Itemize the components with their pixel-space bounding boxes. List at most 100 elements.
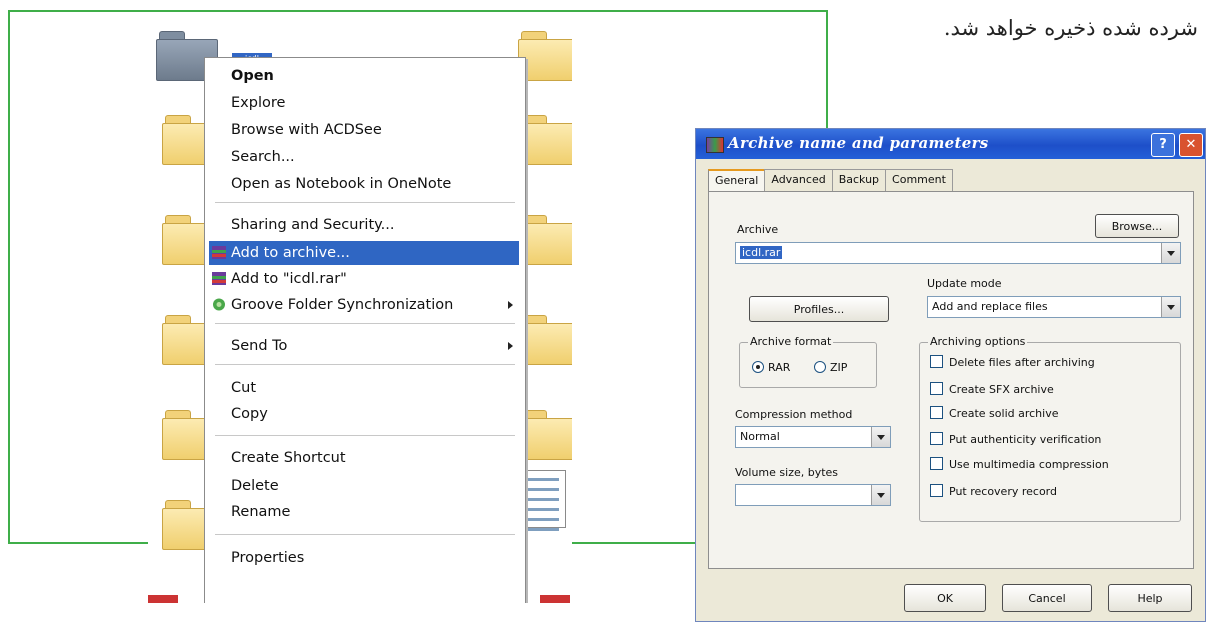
dialog-titlebar[interactable]: Archive name and parameters ? ✕ [696, 129, 1205, 159]
cancel-button[interactable]: Cancel [1002, 584, 1092, 612]
menu-item-groove-sync[interactable]: Groove Folder Synchronization [209, 293, 519, 317]
checkbox-label: Create solid archive [949, 407, 1059, 420]
dropdown-arrow-icon[interactable] [871, 485, 890, 505]
menu-item-label: Groove Folder Synchronization [231, 297, 454, 313]
archive-format-group: Archive format RAR ZIP [739, 335, 877, 388]
radio-selected-icon [752, 361, 764, 373]
dropdown-arrow-icon[interactable] [1161, 297, 1180, 317]
checkbox-delete-files[interactable]: Delete files after archiving [930, 355, 1095, 369]
archive-name-combo[interactable]: icdl.rar [735, 242, 1181, 264]
folder-icon[interactable] [518, 215, 572, 265]
update-mode-combo[interactable]: Add and replace files [927, 296, 1181, 318]
help-title-button[interactable]: ? [1151, 133, 1175, 157]
menu-item-add-to-icdl-rar[interactable]: Add to "icdl.rar" [209, 267, 519, 291]
checkbox-icon [930, 355, 943, 368]
menu-separator [215, 435, 515, 436]
submenu-arrow-icon [508, 342, 513, 350]
folder-icon[interactable] [518, 31, 572, 81]
checkbox-authenticity[interactable]: Put authenticity verification [930, 432, 1101, 446]
compression-method-value: Normal [740, 430, 780, 443]
groove-icon [213, 298, 225, 311]
checkbox-create-solid[interactable]: Create solid archive [930, 406, 1058, 420]
context-menu: Open Explore Browse with ACDSee Search..… [204, 57, 526, 603]
menu-item-send-to[interactable]: Send To [209, 334, 519, 358]
profiles-button[interactable]: Profiles... [749, 296, 889, 322]
menu-separator [215, 323, 515, 324]
menu-item-cut[interactable]: Cut [209, 376, 519, 400]
close-button[interactable]: ✕ [1179, 133, 1203, 157]
dropdown-arrow-icon[interactable] [871, 427, 890, 447]
archive-dialog: Archive name and parameters ? ✕ General … [695, 128, 1206, 622]
menu-separator [215, 364, 515, 365]
archive-label: Archive [737, 223, 779, 236]
radio-unselected-icon [814, 361, 826, 373]
menu-item-browse-acdsee[interactable]: Browse with ACDSee [209, 118, 519, 142]
tab-advanced[interactable]: Advanced [764, 169, 833, 192]
winrar-icon [212, 246, 226, 259]
folder-icon[interactable] [518, 410, 572, 460]
tab-comment[interactable]: Comment [885, 169, 953, 192]
radio-zip[interactable]: ZIP [814, 361, 847, 374]
compression-method-label: Compression method [735, 408, 853, 421]
ok-button[interactable]: OK [904, 584, 986, 612]
archive-name-value: icdl.rar [740, 246, 783, 259]
submenu-arrow-icon [508, 301, 513, 309]
checkbox-icon [930, 432, 943, 445]
update-mode-label: Update mode [927, 277, 1002, 290]
dialog-title: Archive name and parameters [728, 134, 989, 152]
pdf-icon [540, 595, 570, 603]
menu-separator [215, 202, 515, 203]
pdf-icon [148, 595, 178, 603]
tab-general[interactable]: General [708, 169, 766, 193]
explorer-screenshot: icdl Open Explore Browse with ACDSee Sea… [148, 25, 572, 603]
archive-format-title: Archive format [748, 335, 834, 348]
compression-method-combo[interactable]: Normal [735, 426, 891, 448]
menu-item-search[interactable]: Search... [209, 145, 519, 169]
folder-icon[interactable] [518, 115, 572, 165]
archiving-options-title: Archiving options [928, 335, 1028, 348]
menu-separator [215, 534, 515, 535]
dropdown-arrow-icon[interactable] [1161, 243, 1180, 263]
folder-icon[interactable] [518, 315, 572, 365]
checkbox-icon [930, 484, 943, 497]
menu-item-sharing-security[interactable]: Sharing and Security... [209, 213, 519, 237]
menu-item-label: Send To [231, 338, 288, 354]
dialog-tabs: General Advanced Backup Comment [708, 169, 953, 193]
checkbox-icon [930, 457, 943, 470]
tab-backup[interactable]: Backup [831, 169, 887, 192]
winrar-icon [212, 272, 226, 285]
help-button[interactable]: Help [1108, 584, 1192, 612]
checkbox-label: Create SFX archive [949, 383, 1054, 396]
archiving-options-group: Archiving options Delete files after arc… [919, 335, 1181, 522]
browse-button[interactable]: Browse... [1095, 214, 1179, 238]
menu-item-add-to-archive[interactable]: Add to archive... [209, 241, 519, 265]
menu-item-explore[interactable]: Explore [209, 91, 519, 115]
document-icon[interactable] [520, 470, 566, 531]
menu-item-create-shortcut[interactable]: Create Shortcut [209, 446, 519, 470]
general-panel: Archive Browse... icdl.rar Update mode P… [708, 191, 1194, 569]
update-mode-value: Add and replace files [932, 300, 1048, 313]
persian-caption: شرده شده ذخیره خواهد شد. [943, 16, 1198, 40]
checkbox-label: Put authenticity verification [949, 433, 1102, 446]
menu-item-delete[interactable]: Delete [209, 474, 519, 498]
winrar-icon [706, 137, 724, 153]
checkbox-recovery-record[interactable]: Put recovery record [930, 484, 1057, 498]
volume-size-combo[interactable] [735, 484, 891, 506]
menu-item-rename[interactable]: Rename [209, 500, 519, 524]
checkbox-icon [930, 382, 943, 395]
menu-item-properties[interactable]: Properties [209, 546, 519, 570]
radio-rar-label: RAR [768, 361, 791, 374]
radio-rar[interactable]: RAR [752, 361, 790, 374]
menu-item-onenote[interactable]: Open as Notebook in OneNote [209, 172, 519, 196]
volume-size-label: Volume size, bytes [735, 466, 839, 479]
checkbox-label: Put recovery record [949, 485, 1057, 498]
checkbox-multimedia[interactable]: Use multimedia compression [930, 457, 1109, 471]
radio-zip-label: ZIP [830, 361, 848, 374]
menu-item-copy[interactable]: Copy [209, 402, 519, 426]
menu-item-label: Add to "icdl.rar" [231, 271, 347, 287]
checkbox-create-sfx[interactable]: Create SFX archive [930, 382, 1054, 396]
checkbox-label: Use multimedia compression [949, 458, 1109, 471]
menu-item-label: Add to archive... [231, 245, 350, 261]
checkbox-icon [930, 406, 943, 419]
menu-item-open[interactable]: Open [209, 64, 519, 88]
